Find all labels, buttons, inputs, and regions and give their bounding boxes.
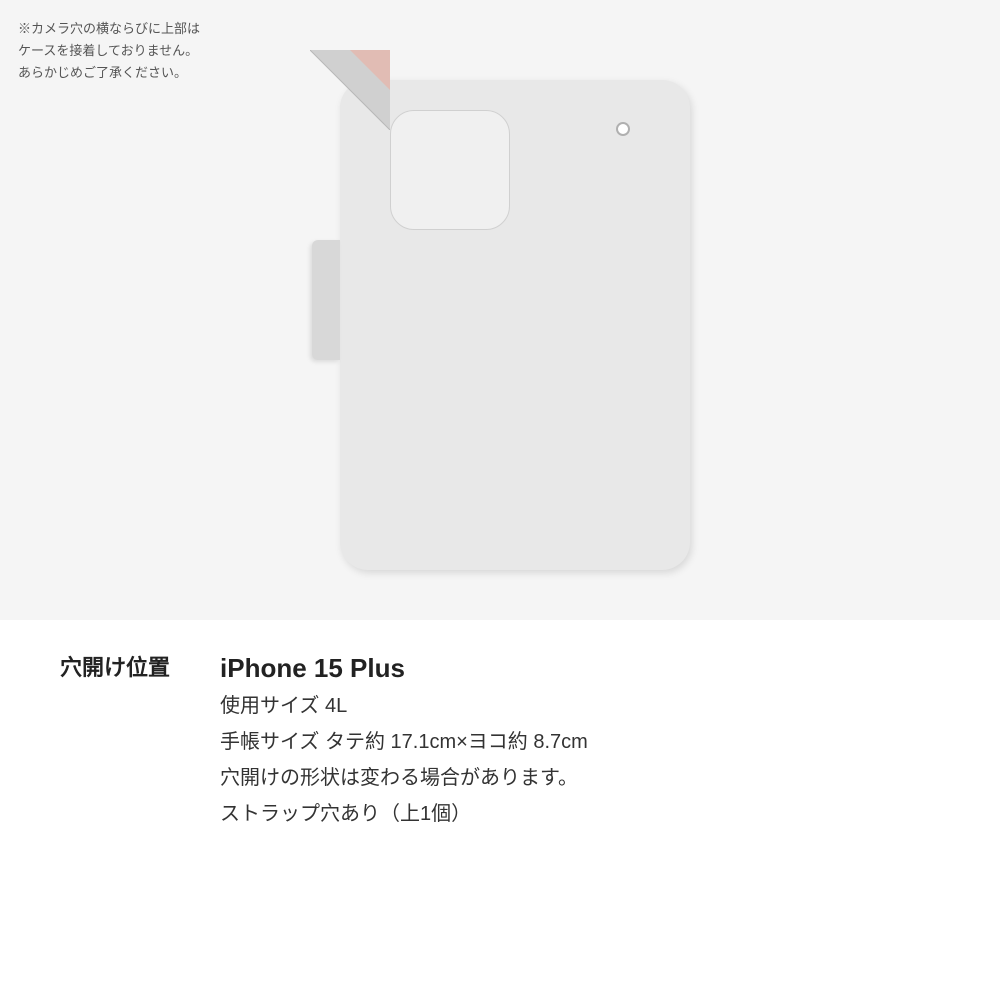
camera-cutout bbox=[390, 110, 510, 230]
strap-hole bbox=[616, 122, 630, 136]
camera-note: ※カメラ穴の横ならびに上部は ケースを接着しておりません。 あらかじめご了承くだ… bbox=[18, 18, 200, 84]
case-wrapper bbox=[310, 50, 690, 570]
info-section: 穴開け位置 iPhone 15 Plus 使用サイズ 4L 手帳サイズ タテ約 … bbox=[0, 620, 1000, 876]
note-line3: あらかじめご了承ください。 bbox=[18, 62, 200, 84]
page: ※カメラ穴の横ならびに上部は ケースを接着しておりません。 あらかじめご了承くだ… bbox=[0, 0, 1000, 1000]
case-corner bbox=[310, 50, 390, 130]
case-illustration: ※カメラ穴の横ならびに上部は ケースを接着しておりません。 あらかじめご了承くだ… bbox=[0, 0, 1000, 620]
info-content: iPhone 15 Plus 使用サイズ 4L 手帳サイズ タテ約 17.1cm… bbox=[220, 650, 588, 830]
info-row: 穴開け位置 iPhone 15 Plus 使用サイズ 4L 手帳サイズ タテ約 … bbox=[60, 650, 940, 830]
case-body bbox=[340, 80, 690, 570]
note-line1: ※カメラ穴の横ならびに上部は bbox=[18, 18, 200, 40]
spec-strap: ストラップ穴あり（上1個） bbox=[220, 798, 588, 830]
hole-position-label: 穴開け位置 bbox=[60, 650, 220, 682]
spec-dimensions: 手帳サイズ タテ約 17.1cm×ヨコ約 8.7cm bbox=[220, 726, 588, 758]
spec-size: 使用サイズ 4L bbox=[220, 690, 588, 722]
device-name: iPhone 15 Plus bbox=[220, 650, 588, 686]
case-spine bbox=[312, 240, 340, 360]
spec-shape-note: 穴開けの形状は変わる場合があります。 bbox=[220, 762, 588, 794]
note-line2: ケースを接着しておりません。 bbox=[18, 40, 200, 62]
